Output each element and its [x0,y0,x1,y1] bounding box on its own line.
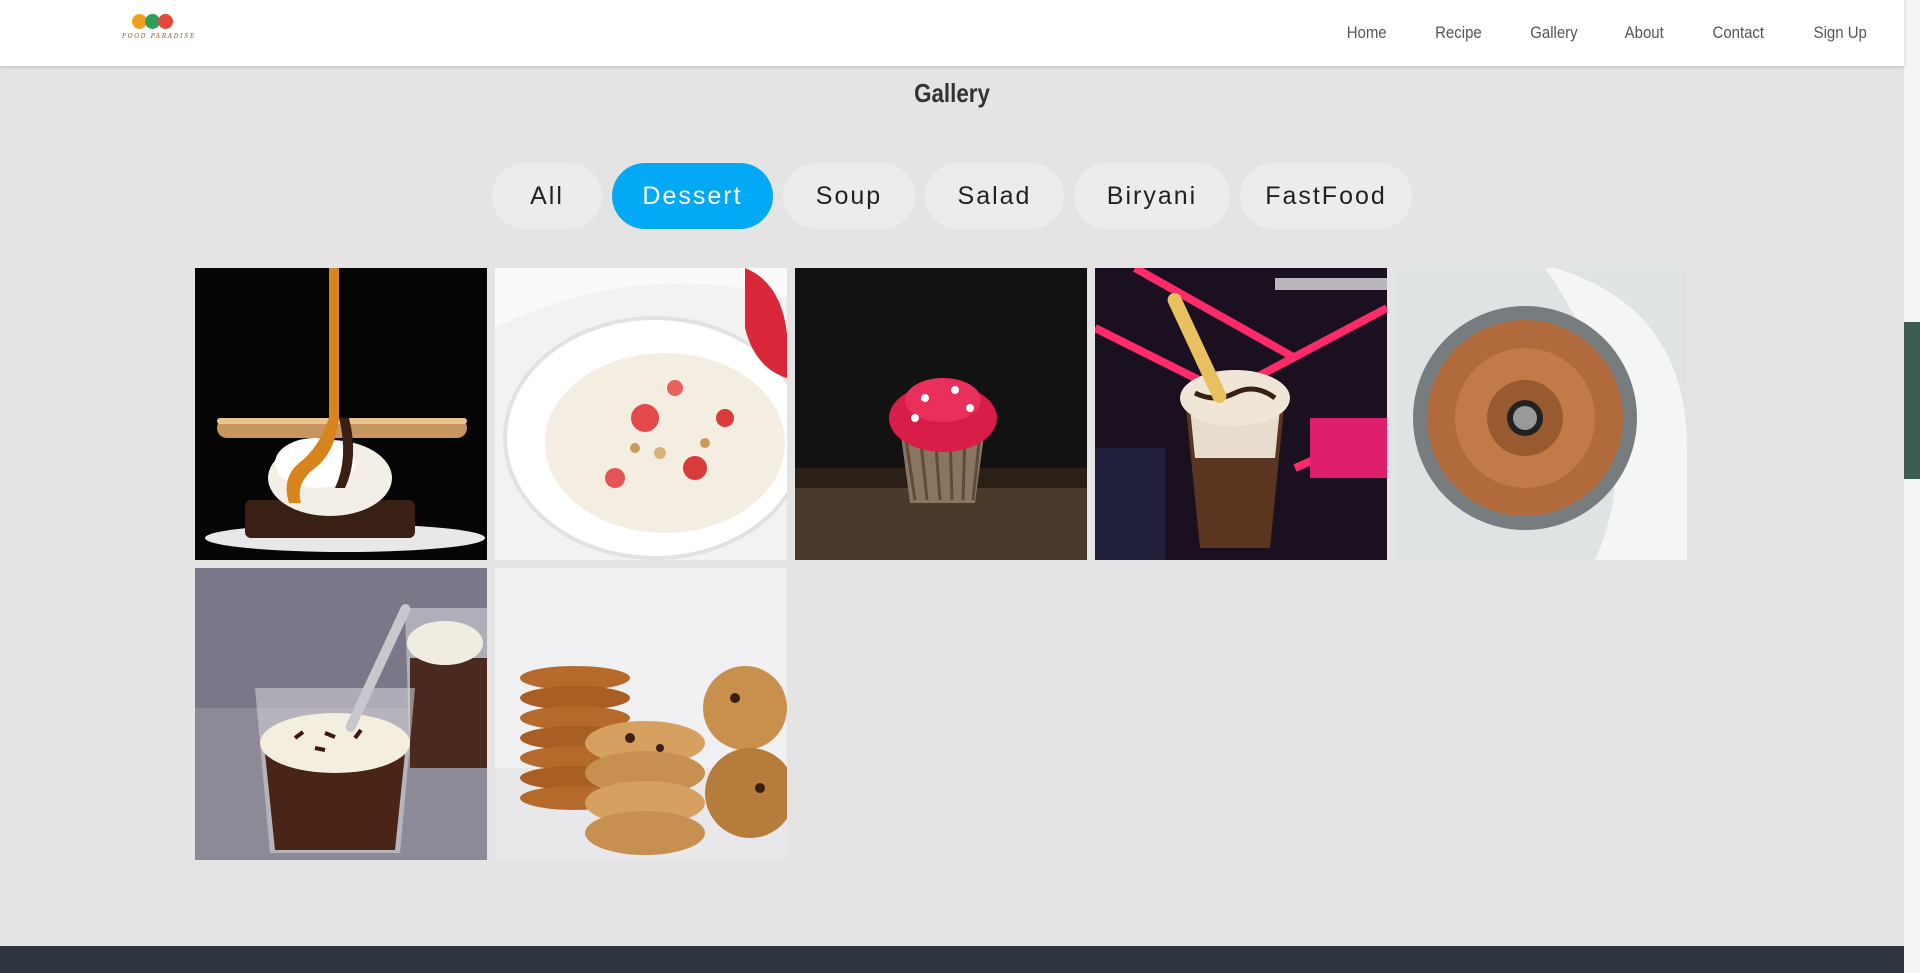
filter-bar: All Dessert Soup Salad Biryani FastFood [0,163,1904,229]
gallery-image-strawberry-yogurt[interactable] [495,268,787,560]
gallery-image-red-cupcake[interactable] [795,268,1087,560]
nav-home[interactable]: Home [1347,23,1387,43]
nav-gallery[interactable]: Gallery [1530,23,1577,43]
gallery-grid [195,268,1691,860]
gallery-image-caramel-ice-cream[interactable] [195,268,487,560]
main-nav: Home Recipe Gallery About Contact Sign U… [1302,0,1904,66]
page-scrollbar[interactable] [1904,0,1920,973]
nav-about[interactable]: About [1625,23,1664,43]
logo-text: FOOD PARADISE [122,33,196,40]
gallery-image-bundt-cake[interactable] [1395,268,1687,560]
scrollbar-thumb[interactable] [1904,322,1920,479]
filter-soup[interactable]: Soup [783,163,915,229]
filter-dessert[interactable]: Dessert [612,163,773,229]
filter-biryani[interactable]: Biryani [1074,163,1230,229]
filter-salad[interactable]: Salad [925,163,1064,229]
gallery-title: Gallery [914,78,990,108]
nav-contact[interactable]: Contact [1712,23,1764,43]
navbar: FOOD PARADISE Home Recipe Gallery About … [0,0,1904,66]
gallery-image-stacked-cookies[interactable] [495,568,787,860]
footer [0,946,1904,973]
filter-all[interactable]: All [492,163,602,229]
brand-logo[interactable]: FOOD PARADISE [122,14,196,44]
nav-sign-up[interactable]: Sign Up [1813,23,1866,43]
gallery-image-milkshake[interactable] [1095,268,1387,560]
nav-recipe[interactable]: Recipe [1435,23,1482,43]
logo-mark [132,14,176,32]
filter-fastfood[interactable]: FastFood [1240,163,1412,229]
gallery-image-chocolate-pudding[interactable] [195,568,487,860]
